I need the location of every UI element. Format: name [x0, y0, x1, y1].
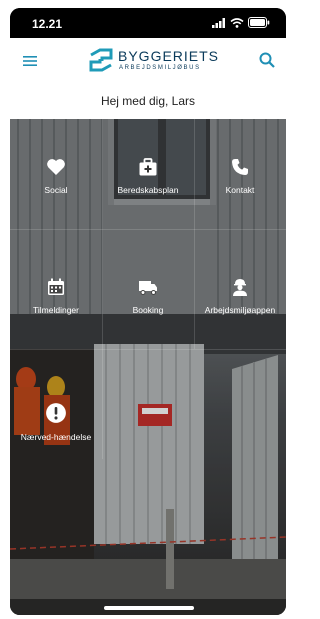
phone-frame: 12.21 BYGGERIETS ARBEJDSMILJØBUS Hej med…: [10, 8, 286, 615]
truck-icon: [139, 281, 157, 295]
search-icon[interactable]: [258, 51, 276, 69]
tile-label: Kontakt: [225, 185, 255, 195]
tile-kontakt[interactable]: Kontakt: [194, 119, 286, 229]
wifi-icon: [230, 17, 244, 28]
logo-mark-icon: [89, 48, 113, 72]
tile-beredskabsplan[interactable]: Beredskabsplan: [102, 119, 194, 229]
battery-icon: [248, 17, 270, 28]
background-photo: Social Beredskabsplan Kontakt Tilmelding…: [10, 119, 286, 615]
tile-booking[interactable]: Booking: [102, 239, 194, 349]
calendar-icon: [48, 278, 64, 295]
tile-label: Beredskabsplan: [117, 185, 179, 195]
greeting-text: Hej med dig, Lars: [10, 84, 286, 119]
tile-label: Nærved-hændelse: [20, 432, 92, 442]
tile-label: Booking: [132, 305, 164, 315]
tile-social[interactable]: Social: [10, 119, 102, 229]
tile-tilmeldinger[interactable]: Tilmeldinger: [10, 239, 102, 349]
tile-label: Tilmeldinger: [33, 305, 79, 315]
heart-icon: [47, 159, 65, 175]
grid-divider: [10, 229, 286, 230]
brand-logo: BYGGERIETS ARBEJDSMILJØBUS: [88, 45, 218, 77]
tile-arbejdsmiljoappen[interactable]: Arbejdsmiljøappen: [194, 239, 286, 349]
tile-label: Social: [44, 185, 68, 195]
top-nav-bar: BYGGERIETS ARBEJDSMILJØBUS: [10, 38, 286, 84]
grid-divider: [10, 349, 286, 350]
home-indicator[interactable]: [104, 606, 194, 610]
status-bar: 12.21: [10, 8, 286, 38]
worker-icon: [233, 279, 247, 296]
signal-icon: [212, 17, 225, 28]
status-icons: [212, 17, 270, 28]
brand-name: BYGGERIETS: [118, 48, 220, 64]
phone-icon: [232, 159, 248, 175]
tile-label: Arbejdsmiljøappen: [204, 305, 276, 315]
brand-subtitle: ARBEJDSMILJØBUS: [119, 65, 201, 71]
hamburger-menu-icon[interactable]: [22, 52, 40, 70]
tile-naerved-haendelse[interactable]: Nærved-hændelse: [10, 364, 102, 474]
alert-icon: [46, 403, 66, 423]
status-time: 12.21: [32, 17, 63, 31]
first-aid-kit-icon: [139, 158, 157, 176]
